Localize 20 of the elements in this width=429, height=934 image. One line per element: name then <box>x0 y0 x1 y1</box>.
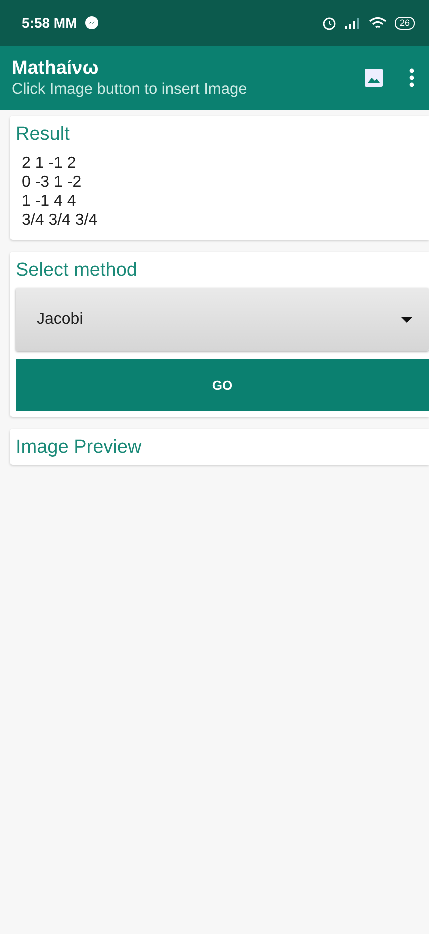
result-line: 2 1 -1 2 <box>21 154 78 173</box>
dropdown-caret-icon <box>401 316 413 322</box>
result-line: 3/4 3/4 3/4 <box>21 211 99 230</box>
app-subtitle: Click Image button to insert Image <box>12 80 248 98</box>
messenger-icon <box>85 16 100 30</box>
overflow-menu-icon[interactable] <box>409 68 415 88</box>
result-line: 1 -1 4 4 <box>21 192 78 211</box>
image-icon[interactable] <box>365 69 383 87</box>
alarm-icon <box>322 16 337 30</box>
preview-heading: Image Preview <box>16 437 143 459</box>
status-time: 5:58 MM <box>22 15 78 31</box>
method-dropdown[interactable]: Jacobi <box>16 288 429 351</box>
signal-icon <box>344 17 361 29</box>
method-heading: Select method <box>16 260 138 282</box>
result-line: 0 -3 1 -2 <box>21 173 83 192</box>
app-title: Mathaίνω <box>12 58 100 80</box>
battery-level: 26 <box>394 16 415 30</box>
wifi-icon <box>368 16 387 30</box>
result-heading: Result <box>16 124 71 146</box>
go-button[interactable]: GO <box>16 359 429 411</box>
